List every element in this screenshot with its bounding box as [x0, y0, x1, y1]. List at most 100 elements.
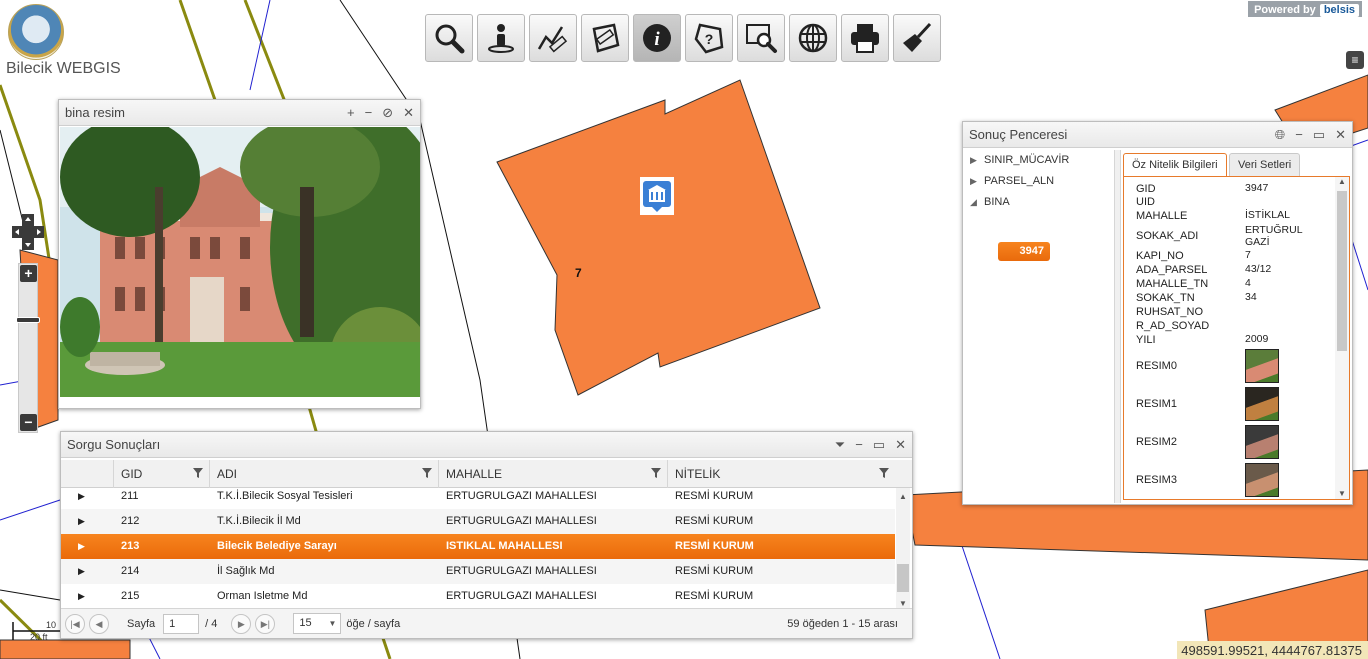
expand-row-icon[interactable]: ▶ — [71, 534, 85, 559]
table-row[interactable]: ▶ 214 İl Sağlık Md ERTUGRULGAZI MAHALLESI RE… — [61, 559, 895, 584]
filter-icon[interactable] — [879, 468, 889, 478]
cell-mahalle: ISTIKLAL MAHALLESI — [446, 540, 563, 552]
building-thumbnail[interactable] — [1245, 425, 1279, 459]
block-icon[interactable]: ⊘ — [382, 105, 393, 121]
info-tool[interactable]: i — [633, 14, 681, 62]
print-tool[interactable] — [841, 14, 889, 62]
person-tool[interactable] — [477, 14, 525, 62]
photo-window-title: bina resim — [65, 105, 125, 120]
scroll-thumb[interactable] — [897, 564, 909, 592]
collapse-icon[interactable]: ⏷ — [835, 437, 845, 453]
scroll-down-icon[interactable]: ▼ — [1335, 489, 1349, 498]
page-label: Sayfa — [127, 617, 156, 630]
image-field-key: RESIM0 — [1136, 360, 1177, 372]
building-thumbnail[interactable] — [1245, 349, 1279, 383]
close-icon[interactable]: ✕ — [1335, 127, 1346, 143]
globe-tool[interactable] — [789, 14, 837, 62]
pan-control[interactable] — [10, 212, 46, 252]
layers-icon[interactable]: ≡ — [1346, 51, 1364, 69]
tree-node-sinir[interactable]: ▶ SINIR_MÜCAVİR — [970, 154, 1069, 166]
measure-area-tool[interactable] — [581, 14, 629, 62]
scroll-up-icon[interactable]: ▲ — [1335, 177, 1349, 186]
page-size-select[interactable]: 15 ▼ — [293, 613, 342, 634]
last-page-button[interactable]: ▶| — [255, 613, 276, 634]
image-field-key: RESIM2 — [1136, 436, 1177, 448]
zoom-box-tool[interactable] — [737, 14, 785, 62]
building-photo — [60, 127, 420, 397]
next-page-button[interactable]: ▶ — [231, 613, 252, 634]
column-label: ADI — [217, 467, 238, 481]
result-window-header[interactable]: Sonuç Penceresi 🌐︎ − ▭ ✕ — [963, 122, 1352, 148]
filter-icon[interactable] — [651, 468, 661, 478]
column-label: MAHALLE — [446, 467, 503, 481]
minus-icon[interactable]: − — [365, 105, 373, 121]
table-row[interactable]: ▶ 211 T.K.İ.Bilecik Sosyal Tesisleri ERTUGR… — [61, 484, 895, 509]
cell-adi: T.K.İ.Bilecik İl Md — [217, 515, 301, 527]
expand-row-icon[interactable]: ▶ — [71, 584, 85, 609]
cell-gid: 212 — [121, 515, 140, 527]
selected-feature-tag[interactable]: 3947 — [998, 242, 1050, 261]
zoom-slider[interactable]: + − — [16, 263, 40, 433]
table-row[interactable]: ▶ 213 Bilecik Belediye Sarayı ISTIKLAL MAHA… — [61, 534, 895, 559]
scroll-down-icon[interactable]: ▼ — [896, 599, 910, 608]
measure-line-tool[interactable] — [529, 14, 577, 62]
cell-mahalle: ERTUGRULGAZI MAHALLESI — [446, 515, 597, 527]
cell-adi: Orman Isletme Md — [217, 590, 308, 602]
attribute-scrollbar[interactable]: ▲ ▼ — [1335, 177, 1349, 499]
maximize-icon[interactable]: ▭ — [1313, 127, 1325, 143]
clear-tool[interactable] — [893, 14, 941, 62]
grid-scrollbar[interactable]: ▲ ▼ — [896, 488, 910, 610]
close-icon[interactable]: ✕ — [895, 437, 906, 453]
scale-top-label: 10 — [46, 620, 57, 630]
minimize-icon[interactable]: − — [855, 437, 863, 453]
measure-area-icon — [592, 23, 620, 53]
search-tool[interactable] — [425, 14, 473, 62]
building-thumbnail[interactable] — [1245, 463, 1279, 497]
table-row[interactable]: ▶ 212 T.K.İ.Bilecik İl Md ERTUGRULGAZI MAHA… — [61, 509, 895, 534]
attribute-key: MAHALLE — [1136, 210, 1188, 222]
zoom-in-button[interactable]: + — [20, 265, 37, 282]
attribute-value: 2009 — [1245, 333, 1269, 345]
page-input[interactable]: 1 — [163, 613, 200, 634]
powered-by-badge[interactable]: Powered by belsis — [1248, 1, 1362, 17]
cell-mahalle: ERTUGRULGAZI MAHALLESI — [446, 490, 597, 502]
page-size-value: 15 — [299, 617, 312, 629]
cell-nitelik: RESMİ KURUM — [675, 540, 754, 552]
panel-splitter[interactable] — [1115, 150, 1121, 503]
first-page-button[interactable]: |◀ — [65, 613, 85, 634]
tree-node-bina[interactable]: ◢ BINA — [970, 196, 1010, 208]
cell-adi: Bilecik Belediye Sarayı — [217, 540, 337, 552]
attribute-key: ADA_PARSEL — [1136, 264, 1208, 276]
maximize-icon[interactable]: ▭ — [873, 437, 885, 453]
image-field-key: RESIM1 — [1136, 398, 1177, 410]
minimize-icon[interactable]: − — [1295, 127, 1303, 143]
table-row[interactable]: ▶ 215 Orman Isletme Md ERTUGRULGAZI MAHALLE… — [61, 584, 895, 609]
scroll-thumb[interactable] — [1337, 191, 1347, 351]
measure-line-icon — [537, 26, 568, 53]
cell-gid: 214 — [121, 565, 140, 577]
tab-datasets[interactable]: Veri Setleri — [1229, 153, 1301, 177]
expand-row-icon[interactable]: ▶ — [71, 509, 85, 534]
zoom-thumb[interactable] — [16, 317, 40, 323]
polygon-question-icon: ? — [694, 23, 724, 54]
prev-page-button[interactable]: ◀ — [89, 613, 109, 634]
expand-row-icon[interactable]: ▶ — [71, 559, 85, 584]
scroll-up-icon[interactable]: ▲ — [896, 492, 910, 502]
expand-row-icon[interactable]: ▶ — [71, 484, 85, 509]
cell-gid: 213 — [121, 540, 140, 552]
photo-window-header[interactable]: bina resim + − ⊘ ✕ — [59, 100, 420, 126]
zoom-out-button[interactable]: − — [20, 414, 37, 431]
parcel-7 — [496, 79, 821, 396]
tab-attributes[interactable]: Öz Nitelik Bilgileri — [1123, 153, 1227, 177]
filter-icon[interactable] — [422, 468, 432, 478]
plus-icon[interactable]: + — [347, 105, 355, 121]
zoom-box-icon — [746, 24, 777, 53]
query-tool[interactable]: ? — [685, 14, 733, 62]
attribute-value: ERTUĞRUL GAZİ — [1245, 224, 1303, 248]
filter-icon[interactable] — [193, 468, 203, 478]
close-icon[interactable]: ✕ — [403, 105, 414, 121]
globe-icon[interactable]: 🌐︎ — [1275, 127, 1285, 143]
query-results-header[interactable]: Sorgu Sonuçları ⏷ − ▭ ✕ — [61, 432, 912, 458]
building-thumbnail[interactable] — [1245, 387, 1279, 421]
tree-node-parsel[interactable]: ▶ PARSEL_ALN — [970, 175, 1054, 187]
